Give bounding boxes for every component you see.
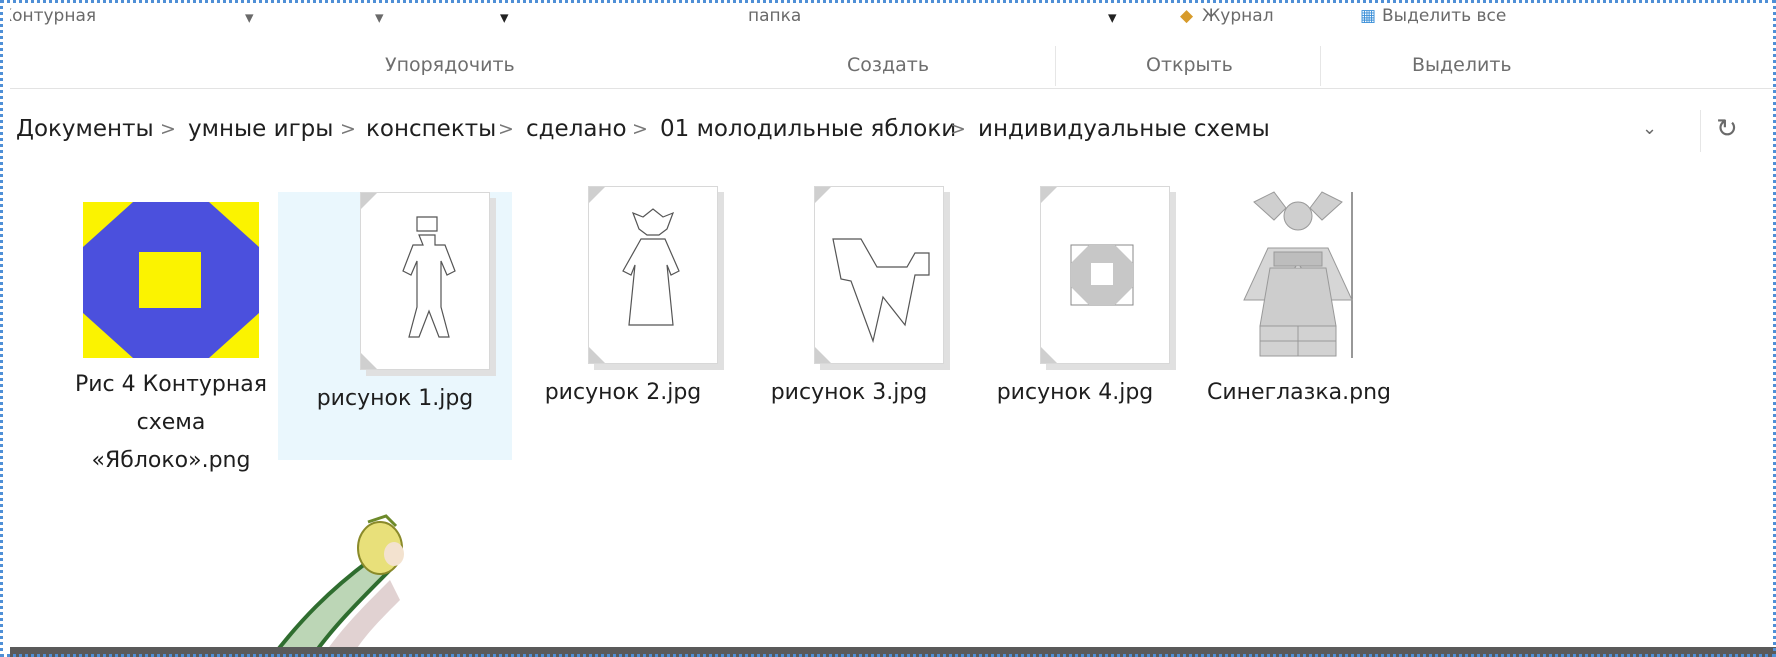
address-bar[interactable]: Документы > умные игры > конспекты > сде… [10,106,1776,158]
figure-outline-thumbnail [330,192,490,370]
file-item[interactable]: рисунок 4.jpg [958,186,1192,412]
ribbon-fragment-folder[interactable]: папка [748,6,801,26]
file-name: рисунок 2.jpg [544,380,702,405]
chevron-right-icon[interactable]: > [632,118,648,140]
ribbon-fragment-contour[interactable]: Контурная [10,6,96,26]
file-name: рисунок 1.jpg [316,386,474,411]
ribbon-dropdown-icon[interactable]: ▾ [245,8,254,28]
bird-outline-thumbnail [784,186,944,370]
file-explorer-window: Контурная ▾ ▾ ▾ папка ▾ ◆ Журнал ▦ Выдел… [10,6,1776,657]
ribbon-group-open: Открыть [1146,54,1233,76]
ribbon-dropdown-icon[interactable]: ▾ [1108,8,1117,28]
file-item[interactable]: Синеглазка.png [1182,191,1416,412]
file-item[interactable]: рисунок 3.jpg [732,186,966,412]
file-item[interactable]: Рис 4 Контурная схема «Яблоко».png [54,194,288,480]
ribbon-group-labels: Упорядочить Создать Открыть Выделить [10,44,1776,89]
ribbon-group-organize: Упорядочить [385,54,515,76]
file-item-selected[interactable]: рисунок 1.jpg [278,192,512,460]
chevron-right-icon[interactable]: > [160,118,176,140]
dress-outline-thumbnail [558,186,718,370]
breadcrumb-individual-schemes[interactable]: индивидуальные схемы [978,116,1270,142]
refresh-icon[interactable]: ↻ [1716,114,1738,144]
octagon-outline-thumbnail [1010,186,1170,370]
window-bottom-edge [10,647,1776,657]
chevron-right-icon[interactable]: > [340,118,356,140]
chevron-right-icon[interactable]: > [950,118,966,140]
ribbon-dropdown-icon[interactable]: ▾ [375,8,384,28]
breadcrumb-rejuvenating-apples[interactable]: 01 молодильные яблоки [660,116,956,142]
address-dropdown-icon[interactable]: ⌄ [1642,118,1657,139]
ribbon-fragment-select-all[interactable]: Выделить все [1382,6,1506,26]
ribbon-group-select: Выделить [1412,54,1512,76]
select-all-icon: ▦ [1360,6,1377,26]
breadcrumb-smart-games[interactable]: умные игры [188,116,333,142]
ribbon-divider [1320,46,1321,86]
ribbon-divider [1055,46,1056,86]
octagon-scheme-thumbnail [83,202,259,358]
file-name: Рис 4 Контурная схема «Яблоко».png [74,372,267,473]
file-name: рисунок 4.jpg [996,380,1154,405]
doll-tangram-thumbnail [1234,191,1364,370]
breadcrumb-notes[interactable]: конспекты [366,116,496,142]
ribbon-fragment-journal[interactable]: Журнал [1202,6,1274,26]
file-name: рисунок 3.jpg [770,380,928,405]
file-item[interactable]: рисунок 2.jpg [506,186,740,412]
journal-icon: ◆ [1180,6,1194,26]
decorative-character-illustration [269,514,404,657]
ribbon-dropdown-icon[interactable]: ▾ [500,8,509,28]
address-divider [1700,110,1701,152]
ribbon-group-create: Создать [847,54,930,76]
chevron-right-icon[interactable]: > [498,118,514,140]
breadcrumb-documents[interactable]: Документы [16,116,154,142]
ribbon-top-row: Контурная ▾ ▾ ▾ папка ▾ ◆ Журнал ▦ Выдел… [10,6,1776,38]
file-name: Синеглазка.png [1206,380,1391,405]
breadcrumb-done[interactable]: сделано [526,116,627,142]
